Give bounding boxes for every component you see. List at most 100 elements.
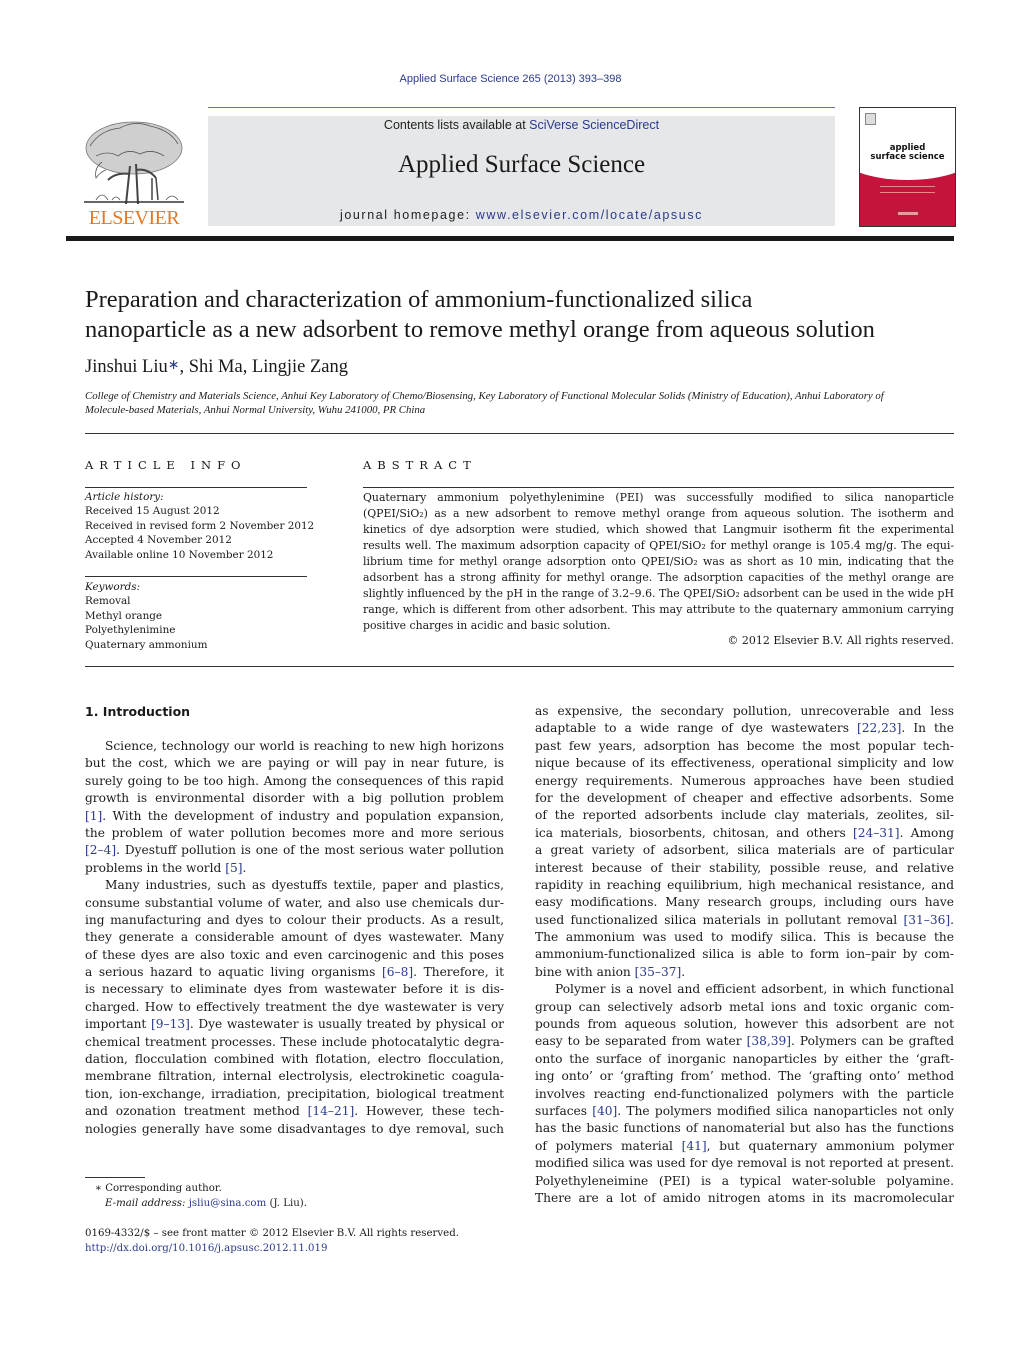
citation-link[interactable]: [41] [682,1139,707,1153]
author-separator: , [179,357,189,377]
cover-title: applied surface science [860,144,955,162]
body-text-line: onto the surface of inorganic nanopartic… [535,1051,954,1066]
body-text-line: energy requirements. Numerous approaches… [535,773,954,788]
affiliation-line-2: Molecule-based Materials, Anhui Normal U… [85,404,426,416]
text-run: surfaces [535,1103,593,1118]
author-list: Jinshui Liu∗, Shi Ma, Lingjie Zang [85,357,348,378]
text-run: , but quaternary ammonium polymer [706,1138,954,1153]
citation-link[interactable]: [6–8] [382,965,413,979]
citation-link[interactable]: [31–36] [904,913,951,927]
author-name: Jinshui Liu [85,357,168,377]
body-text-line: Polyethyleneimine (PEI) is a typical wat… [535,1173,954,1188]
body-text-line: as expensive, the secondary pollution, u… [535,704,954,718]
abstract-heading: ABSTRACT [363,458,477,472]
homepage-link[interactable]: www.elsevier.com/locate/apsusc [476,208,703,222]
body-text-line: used functionalized silica materials in … [535,912,954,929]
body-text-line: ica materials, biosorbents, chitosan, an… [535,825,954,842]
body-text-line: easy modifications. Many research groups… [535,895,954,910]
body-text-line: [2–4]. Dyestuff pollution is one of the … [85,842,504,859]
footnote-marker: ∗ [95,1183,102,1194]
cover-subtitle-lines [880,186,935,193]
doi-link[interactable]: http://dx.doi.org/10.1016/j.apsusc.2012.… [85,1241,459,1256]
body-text-line: growth is environmental disorder with a … [85,791,504,806]
front-matter: 0169-4332/$ – see front matter © 2012 El… [85,1226,459,1256]
citation-link[interactable]: [38,39] [747,1034,791,1048]
body-text-line: pounds from aqueous solution, however th… [535,1017,954,1032]
text-run: easy to be separated from water [535,1034,747,1049]
citation-link[interactable]: [14–21] [308,1104,355,1118]
history-item: Received 15 August 2012 [85,505,220,518]
affiliation: College of Chemistry and Materials Scien… [85,389,955,417]
body-text-line: ammonium-functionalized silica is able t… [535,947,954,962]
issn-line: 0169-4332/$ – see front matter © 2012 El… [85,1228,459,1239]
contents-availability: Contents lists available at SciVerse Sci… [208,118,835,132]
email-link[interactable]: jsliu@sina.com [189,1198,267,1209]
text-run: . The polymers modified silica nanoparti… [617,1103,954,1118]
history-item: Available online 10 November 2012 [85,548,274,561]
citation-link[interactable]: [5] [225,861,242,875]
keywords-label: Keywords: [85,581,141,593]
body-text-line: [1]. With the development of industry an… [85,808,504,825]
abstract-line: (QPEI/SiO₂) as a new adsorbent to remove… [363,507,954,520]
body-text-line: of the reported adsorbents include clay … [535,808,954,823]
text-run: of polymers material [535,1138,682,1153]
body-text-line: ing onto’ or ‘grafting from’ method. The… [535,1069,954,1084]
body-text-line: interest because of their stability, pos… [535,860,954,875]
body-text-line: tion, ion-exchange, irradiation, precipi… [85,1086,504,1101]
abstract-line: slightly influenced by the pH in the ran… [363,587,954,600]
affiliation-line-1: College of Chemistry and Materials Scien… [85,390,884,402]
journal-name: Applied Surface Science [397,151,646,178]
keyword: Polyethylenimine [85,624,176,637]
citation-link[interactable]: [2–4] [85,843,116,857]
body-text-line: bine with anion [35–37]. [535,964,954,981]
body-text-line: easy to be separated from water [38,39].… [535,1033,954,1050]
journal-citation-link[interactable]: Applied Surface Science 265 (2013) 393–3… [0,73,1021,85]
citation-link[interactable]: [40] [592,1104,617,1118]
elsevier-wordmark: ELSEVIER [88,207,180,229]
article-info-heading: ARTICLE INFO [85,458,247,472]
citation-link[interactable]: [1] [85,809,102,823]
body-text-line: a great variety of adsorbent, silica mat… [535,843,954,858]
corresponding-author-mark[interactable]: ∗ [168,358,180,373]
keyword: Methyl orange [85,609,163,622]
body-text-line: There are a lot of amido nitrogen atoms … [535,1190,954,1205]
corresponding-author-note: ∗ Corresponding author. [95,1181,307,1196]
citation-link[interactable]: [35–37] [635,965,682,979]
sciencedirect-link[interactable]: SciVerse ScienceDirect [529,118,659,132]
body-text-line: involves reacting end-functionalized pol… [535,1086,954,1101]
citation-link[interactable]: [22,23] [857,721,901,735]
article-info-rule [85,487,307,488]
text-run: . Dyestuff pollution is one of the most … [116,843,504,858]
footnote: ∗ Corresponding author. E-mail address: … [95,1181,307,1211]
title-line-1: Preparation and characterization of ammo… [85,286,753,313]
article-history: Article history: Received 15 August 2012… [85,490,314,562]
header-thick-rule [66,236,954,241]
homepage-prefix: journal homepage: [339,208,476,222]
abstract-line: librium time for methyl orange adsorptio… [363,555,954,568]
text-run: . Therefore, it [413,965,504,980]
body-text-line: the problem of water pollution becomes m… [85,825,504,840]
text-run: . [681,964,686,979]
abstract-line: adsorbent has a strong affinity for meth… [363,571,954,584]
footnote-rule [85,1177,145,1178]
abstract-copyright: © 2012 Elsevier B.V. All rights reserved… [727,634,954,647]
abstract-line: range, which is different from other ads… [363,603,954,616]
citation-link[interactable]: [9–13] [151,1017,190,1031]
cover-emblem-icon [865,113,876,125]
body-text-line: consume substantial volume of water, and… [85,895,504,910]
body-text-line: rapidity in reaching equilibrium, high m… [535,877,954,892]
abstract-bottom-rule [85,666,954,667]
body-text-line: past few years, adsorption has become th… [535,738,954,753]
email-suffix: (J. Liu). [266,1198,308,1209]
abstract-line: kinetics of dye adsorption were studied,… [363,523,954,536]
history-item: Accepted 4 November 2012 [85,534,232,547]
body-text-line: modified silica was used for dye removal… [535,1156,954,1171]
text-run: ica materials, biosorbents, chitosan, an… [535,825,853,840]
body-text-line: is necessary to eliminate dyes from wast… [85,982,504,997]
body-text-line: of these dyes are also toxic and even ca… [85,947,504,962]
citation-link[interactable]: [24–31] [853,826,900,840]
affiliation-rule [85,433,954,434]
body-text-line: surely going to be too high. Among the c… [85,773,504,788]
body-text-line: membrane filtration, internal electrolys… [85,1069,504,1084]
body-text-line: dation, flocculation combined with flota… [85,1052,504,1067]
